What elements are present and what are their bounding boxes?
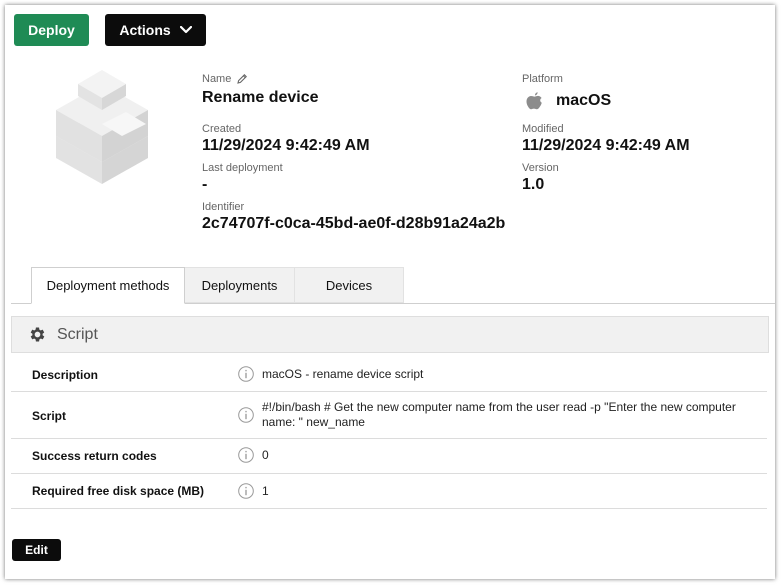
edit-button[interactable]: Edit xyxy=(12,539,61,561)
tab-deployment-methods[interactable]: Deployment methods xyxy=(31,267,185,304)
row-value: #!/bin/bash # Get the new computer name … xyxy=(262,400,736,429)
created-value: 11/29/2024 9:42:49 AM xyxy=(202,137,370,154)
table-row: Script #!/bin/bash # Get the new compute… xyxy=(11,392,767,439)
chevron-down-icon xyxy=(179,26,192,34)
version-value: 1.0 xyxy=(522,176,545,193)
modified-value: 11/29/2024 9:42:49 AM xyxy=(522,137,690,154)
gear-icon xyxy=(28,325,47,344)
row-label: Description xyxy=(32,368,99,382)
identifier-label: Identifier xyxy=(202,201,245,213)
package-cube-icon xyxy=(50,66,154,184)
name-value: Rename device xyxy=(202,89,319,106)
actions-button-label: Actions xyxy=(119,22,171,38)
tab-label: Deployment methods xyxy=(46,278,170,293)
version-label: Version xyxy=(522,162,559,174)
edit-button-label: Edit xyxy=(25,543,48,557)
row-value: 1 xyxy=(262,484,269,498)
row-label: Success return codes xyxy=(32,449,157,463)
table-row: Required free disk space (MB) 1 xyxy=(11,474,767,509)
created-label: Created xyxy=(202,123,242,135)
platform-value: macOS xyxy=(556,92,612,109)
info-icon[interactable] xyxy=(238,366,254,382)
info-icon[interactable] xyxy=(238,447,254,463)
tab-label: Deployments xyxy=(201,277,278,293)
info-icon[interactable] xyxy=(238,407,254,423)
tab-deployments[interactable]: Deployments xyxy=(185,267,295,303)
row-value: macOS - rename device script xyxy=(262,367,424,381)
section-title: Script xyxy=(57,325,98,343)
row-value: 0 xyxy=(262,448,269,462)
row-label: Required free disk space (MB) xyxy=(32,484,205,498)
row-label: Script xyxy=(32,409,67,423)
platform-label: Platform xyxy=(522,73,563,85)
script-section-header: Script xyxy=(11,316,769,353)
deploy-button[interactable]: Deploy xyxy=(14,14,89,46)
tab-label: Devices xyxy=(325,277,373,293)
table-row: Description macOS - rename device script xyxy=(11,357,767,392)
info-icon[interactable] xyxy=(238,483,254,499)
tab-devices[interactable]: Devices xyxy=(295,267,404,303)
modified-label: Modified xyxy=(522,123,564,135)
tab-bar: Deployment methods Deployments Devices xyxy=(31,267,404,304)
apple-icon xyxy=(525,91,544,112)
identifier-value: 2c74707f-c0ca-45bd-ae0f-d28b91a24a2b xyxy=(202,215,506,232)
pencil-icon[interactable] xyxy=(236,72,248,84)
deploy-button-label: Deploy xyxy=(28,22,75,38)
last-deployment-label: Last deployment xyxy=(202,162,283,174)
actions-dropdown-button[interactable]: Actions xyxy=(105,14,206,46)
table-row: Success return codes 0 xyxy=(11,439,767,474)
name-label: Name xyxy=(202,73,232,85)
last-deployment-value: - xyxy=(202,176,208,193)
